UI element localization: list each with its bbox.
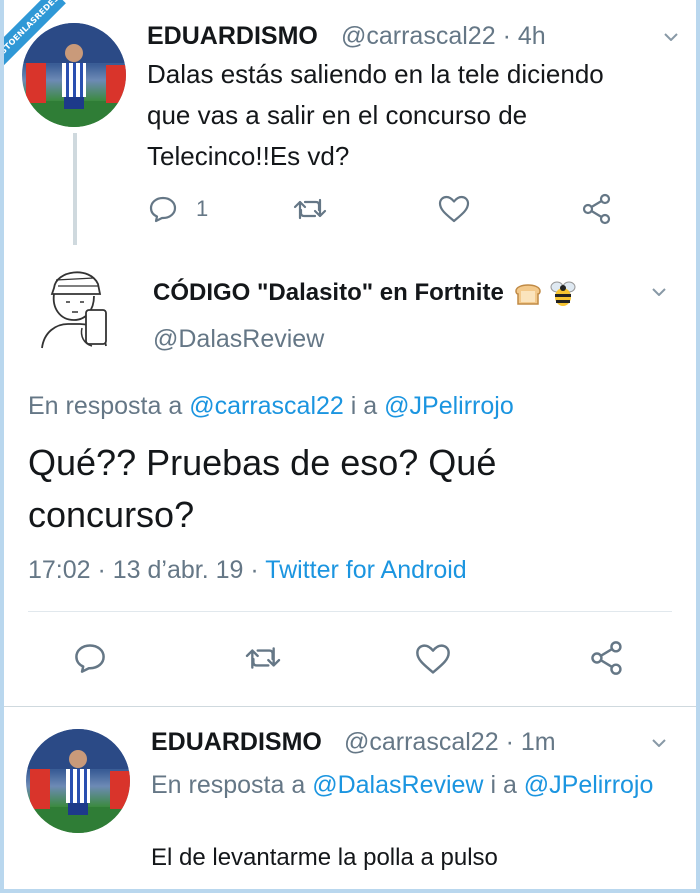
tweet-time: · 4h (502, 22, 546, 50)
reply-and: i a (490, 771, 517, 799)
reply-context: En resposta a @carrascal22 i a @JPelirro… (28, 392, 514, 421)
reply-button[interactable]: 1 (148, 194, 208, 224)
thread-connector (73, 133, 77, 245)
reply-icon (75, 644, 105, 673)
heart-icon (438, 195, 470, 223)
avatar[interactable] (22, 23, 126, 127)
heart-icon (416, 644, 450, 674)
retweet-icon (293, 198, 327, 220)
share-button[interactable] (588, 639, 626, 682)
reply-icon (149, 196, 177, 223)
chevron-down-icon[interactable] (652, 288, 666, 296)
bee-icon (550, 281, 576, 306)
tweet-meta: 17:02 · 13 d’abr. 19 · Twitter for Andro… (28, 556, 467, 585)
tweet-text-line: concurso? (28, 494, 195, 535)
share-icon (591, 641, 622, 675)
bread-icon (515, 284, 541, 305)
reply-button[interactable] (73, 641, 107, 680)
player-photo-icon (26, 729, 130, 833)
mention-link[interactable]: @DalasReview (312, 771, 483, 799)
author-handle[interactable]: @carrascal22 · 1m (344, 728, 556, 757)
sketch-avatar-icon (41, 271, 107, 349)
reply-prefix: En resposta a (151, 771, 306, 799)
tweet-source-link[interactable]: Twitter for Android (265, 556, 466, 584)
tweet-text: Dalas estás saliendo en la tele diciendo… (147, 54, 677, 177)
mention-link[interactable]: @JPelirrojo (384, 392, 514, 420)
tweet-text-line: que vas a salir en el concurso de (147, 100, 528, 130)
like-button[interactable] (414, 642, 452, 681)
author-handle[interactable]: @DalasReview (153, 325, 324, 354)
reply-and: i a (350, 392, 378, 420)
mention-link[interactable]: @carrascal22 (189, 392, 344, 420)
author-handle[interactable]: @carrascal22 · 4h (341, 22, 546, 51)
mention-link[interactable]: @JPelirrojo (524, 771, 654, 799)
divider (4, 706, 696, 707)
avatar[interactable] (26, 729, 130, 833)
retweet-button[interactable] (292, 194, 328, 229)
handle-text: @carrascal22 (344, 728, 499, 756)
tweet-text-line: Telecinco!!Es vd? (147, 141, 350, 171)
chevron-down-icon[interactable] (652, 739, 666, 747)
author-name[interactable]: EDUARDISMO (147, 22, 318, 51)
avatar[interactable] (22, 258, 126, 362)
handle-text: @carrascal22 (341, 22, 496, 50)
share-button[interactable] (580, 192, 614, 231)
chevron-down-icon[interactable] (664, 33, 678, 41)
retweet-icon (245, 647, 281, 669)
reply-count: 1 (196, 196, 209, 221)
divider (28, 611, 672, 612)
player-photo-icon (22, 23, 126, 127)
tweet-text: El de levantarme la polla a pulso (151, 844, 498, 871)
tweet-time: · 1m (505, 728, 556, 756)
like-button[interactable] (437, 194, 471, 229)
reply-prefix: En resposta a (28, 392, 183, 420)
reply-context: En resposta a @DalasReview i a @JPelirro… (151, 766, 681, 804)
tweet-text-line: Dalas estás saliendo en la tele diciendo (147, 59, 604, 89)
author-name[interactable]: EDUARDISMO (151, 728, 322, 757)
author-name[interactable]: CÓDIGO "Dalasito" en Fortnite (153, 278, 578, 308)
tweet-timestamp[interactable]: 17:02 · 13 d’abr. 19 · (28, 556, 259, 584)
retweet-button[interactable] (243, 642, 283, 679)
tweet-text-line: Qué?? Pruebas de eso? Qué (28, 442, 497, 483)
share-icon (582, 193, 611, 225)
author-name-text: CÓDIGO "Dalasito" en Fortnite (153, 279, 504, 306)
tweet-text: Qué?? Pruebas de eso? Qué concurso? (28, 437, 496, 541)
